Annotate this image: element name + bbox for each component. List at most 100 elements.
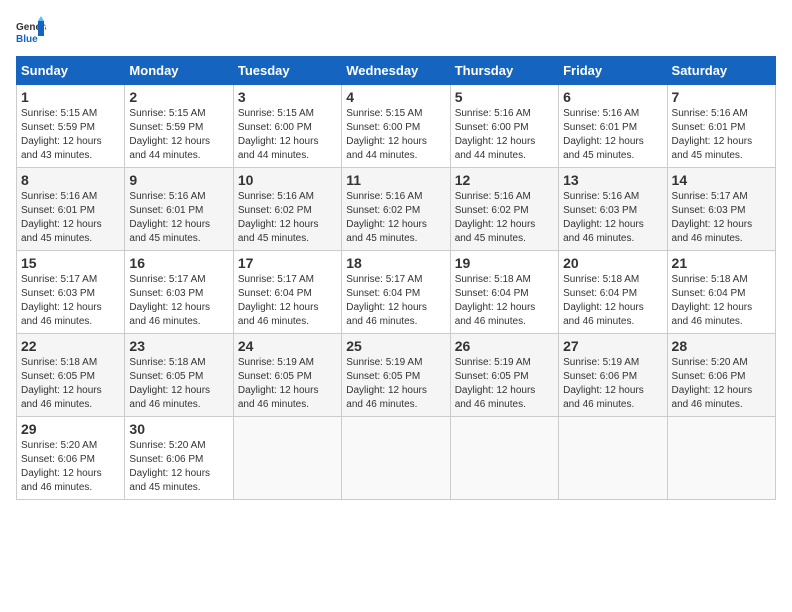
day-number: 6 (563, 89, 662, 105)
day-number: 11 (346, 172, 445, 188)
calendar-cell (667, 417, 775, 500)
day-number: 24 (238, 338, 337, 354)
day-number: 23 (129, 338, 228, 354)
calendar-cell (559, 417, 667, 500)
day-info: Sunrise: 5:18 AM Sunset: 6:04 PM Dayligh… (563, 273, 662, 329)
day-number: 9 (129, 172, 228, 188)
day-number: 10 (238, 172, 337, 188)
day-info: Sunrise: 5:16 AM Sunset: 6:01 PM Dayligh… (129, 190, 228, 246)
day-info: Sunrise: 5:18 AM Sunset: 6:05 PM Dayligh… (129, 356, 228, 412)
day-info: Sunrise: 5:16 AM Sunset: 6:00 PM Dayligh… (455, 107, 554, 163)
header: General Blue (16, 16, 776, 46)
calendar-cell: 18 Sunrise: 5:17 AM Sunset: 6:04 PM Dayli… (342, 251, 450, 334)
calendar-cell: 16 Sunrise: 5:17 AM Sunset: 6:03 PM Dayli… (125, 251, 233, 334)
day-info: Sunrise: 5:19 AM Sunset: 6:05 PM Dayligh… (346, 356, 445, 412)
calendar-cell: 1 Sunrise: 5:15 AM Sunset: 5:59 PM Daylig… (17, 85, 125, 168)
calendar-cell: 9 Sunrise: 5:16 AM Sunset: 6:01 PM Daylig… (125, 168, 233, 251)
day-info: Sunrise: 5:18 AM Sunset: 6:04 PM Dayligh… (672, 273, 771, 329)
day-number: 12 (455, 172, 554, 188)
calendar-cell: 23 Sunrise: 5:18 AM Sunset: 6:05 PM Dayli… (125, 334, 233, 417)
day-info: Sunrise: 5:18 AM Sunset: 6:04 PM Dayligh… (455, 273, 554, 329)
day-number: 18 (346, 255, 445, 271)
day-number: 22 (21, 338, 120, 354)
day-info: Sunrise: 5:15 AM Sunset: 5:59 PM Dayligh… (129, 107, 228, 163)
calendar-cell: 7 Sunrise: 5:16 AM Sunset: 6:01 PM Daylig… (667, 85, 775, 168)
weekday-header-tuesday: Tuesday (233, 57, 341, 85)
day-info: Sunrise: 5:17 AM Sunset: 6:04 PM Dayligh… (346, 273, 445, 329)
logo: General Blue (16, 16, 50, 46)
day-info: Sunrise: 5:15 AM Sunset: 5:59 PM Dayligh… (21, 107, 120, 163)
calendar-cell: 15 Sunrise: 5:17 AM Sunset: 6:03 PM Dayli… (17, 251, 125, 334)
weekday-header-row: SundayMondayTuesdayWednesdayThursdayFrid… (17, 57, 776, 85)
calendar-cell: 21Sunrise: 5:18 AM Sunset: 6:04 PM Dayli… (667, 251, 775, 334)
calendar-table: SundayMondayTuesdayWednesdayThursdayFrid… (16, 56, 776, 500)
calendar-cell: 28 Sunrise: 5:20 AM Sunset: 6:06 PM Dayli… (667, 334, 775, 417)
calendar-cell: 3 Sunrise: 5:15 AM Sunset: 6:00 PM Daylig… (233, 85, 341, 168)
calendar-cell: 8 Sunrise: 5:16 AM Sunset: 6:01 PM Daylig… (17, 168, 125, 251)
day-info: Sunrise: 5:15 AM Sunset: 6:00 PM Dayligh… (346, 107, 445, 163)
day-number: 30 (129, 421, 228, 437)
day-info: Sunrise: 5:16 AM Sunset: 6:01 PM Dayligh… (563, 107, 662, 163)
calendar-cell (450, 417, 558, 500)
day-number: 8 (21, 172, 120, 188)
day-number: 5 (455, 89, 554, 105)
calendar-cell: 4 Sunrise: 5:15 AM Sunset: 6:00 PM Daylig… (342, 85, 450, 168)
calendar-cell: 19 Sunrise: 5:18 AM Sunset: 6:04 PM Dayli… (450, 251, 558, 334)
day-info: Sunrise: 5:19 AM Sunset: 6:05 PM Dayligh… (238, 356, 337, 412)
weekday-header-sunday: Sunday (17, 57, 125, 85)
calendar-cell: 5 Sunrise: 5:16 AM Sunset: 6:00 PM Daylig… (450, 85, 558, 168)
weekday-header-monday: Monday (125, 57, 233, 85)
day-info: Sunrise: 5:15 AM Sunset: 6:00 PM Dayligh… (238, 107, 337, 163)
day-number: 26 (455, 338, 554, 354)
day-info: Sunrise: 5:16 AM Sunset: 6:02 PM Dayligh… (455, 190, 554, 246)
day-number: 20 (563, 255, 662, 271)
day-number: 14 (672, 172, 771, 188)
day-info: Sunrise: 5:16 AM Sunset: 6:01 PM Dayligh… (672, 107, 771, 163)
day-number: 29 (21, 421, 120, 437)
calendar-cell: 24 Sunrise: 5:19 AM Sunset: 6:05 PM Dayli… (233, 334, 341, 417)
calendar-week-row: 8 Sunrise: 5:16 AM Sunset: 6:01 PM Daylig… (17, 168, 776, 251)
day-number: 28 (672, 338, 771, 354)
calendar-cell: 25 Sunrise: 5:19 AM Sunset: 6:05 PM Dayli… (342, 334, 450, 417)
calendar-cell: 11Sunrise: 5:16 AM Sunset: 6:02 PM Dayli… (342, 168, 450, 251)
weekday-header-friday: Friday (559, 57, 667, 85)
day-info: Sunrise: 5:17 AM Sunset: 6:03 PM Dayligh… (129, 273, 228, 329)
day-number: 15 (21, 255, 120, 271)
calendar-cell: 13 Sunrise: 5:16 AM Sunset: 6:03 PM Dayli… (559, 168, 667, 251)
day-info: Sunrise: 5:20 AM Sunset: 6:06 PM Dayligh… (129, 439, 228, 495)
calendar-cell: 20 Sunrise: 5:18 AM Sunset: 6:04 PM Dayli… (559, 251, 667, 334)
day-number: 13 (563, 172, 662, 188)
calendar-cell: 14 Sunrise: 5:17 AM Sunset: 6:03 PM Dayli… (667, 168, 775, 251)
day-number: 25 (346, 338, 445, 354)
calendar-cell: 30 Sunrise: 5:20 AM Sunset: 6:06 PM Dayli… (125, 417, 233, 500)
calendar-cell: 17Sunrise: 5:17 AM Sunset: 6:04 PM Dayli… (233, 251, 341, 334)
day-info: Sunrise: 5:16 AM Sunset: 6:03 PM Dayligh… (563, 190, 662, 246)
day-number: 16 (129, 255, 228, 271)
day-info: Sunrise: 5:16 AM Sunset: 6:01 PM Dayligh… (21, 190, 120, 246)
day-info: Sunrise: 5:17 AM Sunset: 6:03 PM Dayligh… (672, 190, 771, 246)
day-info: Sunrise: 5:17 AM Sunset: 6:03 PM Dayligh… (21, 273, 120, 329)
day-number: 4 (346, 89, 445, 105)
day-number: 3 (238, 89, 337, 105)
day-number: 7 (672, 89, 771, 105)
day-info: Sunrise: 5:20 AM Sunset: 6:06 PM Dayligh… (672, 356, 771, 412)
calendar-cell: 10 Sunrise: 5:16 AM Sunset: 6:02 PM Dayli… (233, 168, 341, 251)
day-info: Sunrise: 5:16 AM Sunset: 6:02 PM Dayligh… (238, 190, 337, 246)
calendar-cell: 2Sunrise: 5:15 AM Sunset: 5:59 PM Daylig… (125, 85, 233, 168)
calendar-cell: 27Sunrise: 5:19 AM Sunset: 6:06 PM Dayli… (559, 334, 667, 417)
logo-icon: General Blue (16, 16, 46, 46)
calendar-cell: 26Sunrise: 5:19 AM Sunset: 6:05 PM Dayli… (450, 334, 558, 417)
day-number: 19 (455, 255, 554, 271)
calendar-week-row: 15 Sunrise: 5:17 AM Sunset: 6:03 PM Dayli… (17, 251, 776, 334)
day-number: 27 (563, 338, 662, 354)
calendar-cell: 29 Sunrise: 5:20 AM Sunset: 6:06 PM Dayli… (17, 417, 125, 500)
day-info: Sunrise: 5:20 AM Sunset: 6:06 PM Dayligh… (21, 439, 120, 495)
day-info: Sunrise: 5:17 AM Sunset: 6:04 PM Dayligh… (238, 273, 337, 329)
calendar-cell: 12 Sunrise: 5:16 AM Sunset: 6:02 PM Dayli… (450, 168, 558, 251)
calendar-cell (233, 417, 341, 500)
day-info: Sunrise: 5:18 AM Sunset: 6:05 PM Dayligh… (21, 356, 120, 412)
weekday-header-thursday: Thursday (450, 57, 558, 85)
day-number: 1 (21, 89, 120, 105)
weekday-header-wednesday: Wednesday (342, 57, 450, 85)
calendar-week-row: 22 Sunrise: 5:18 AM Sunset: 6:05 PM Dayli… (17, 334, 776, 417)
